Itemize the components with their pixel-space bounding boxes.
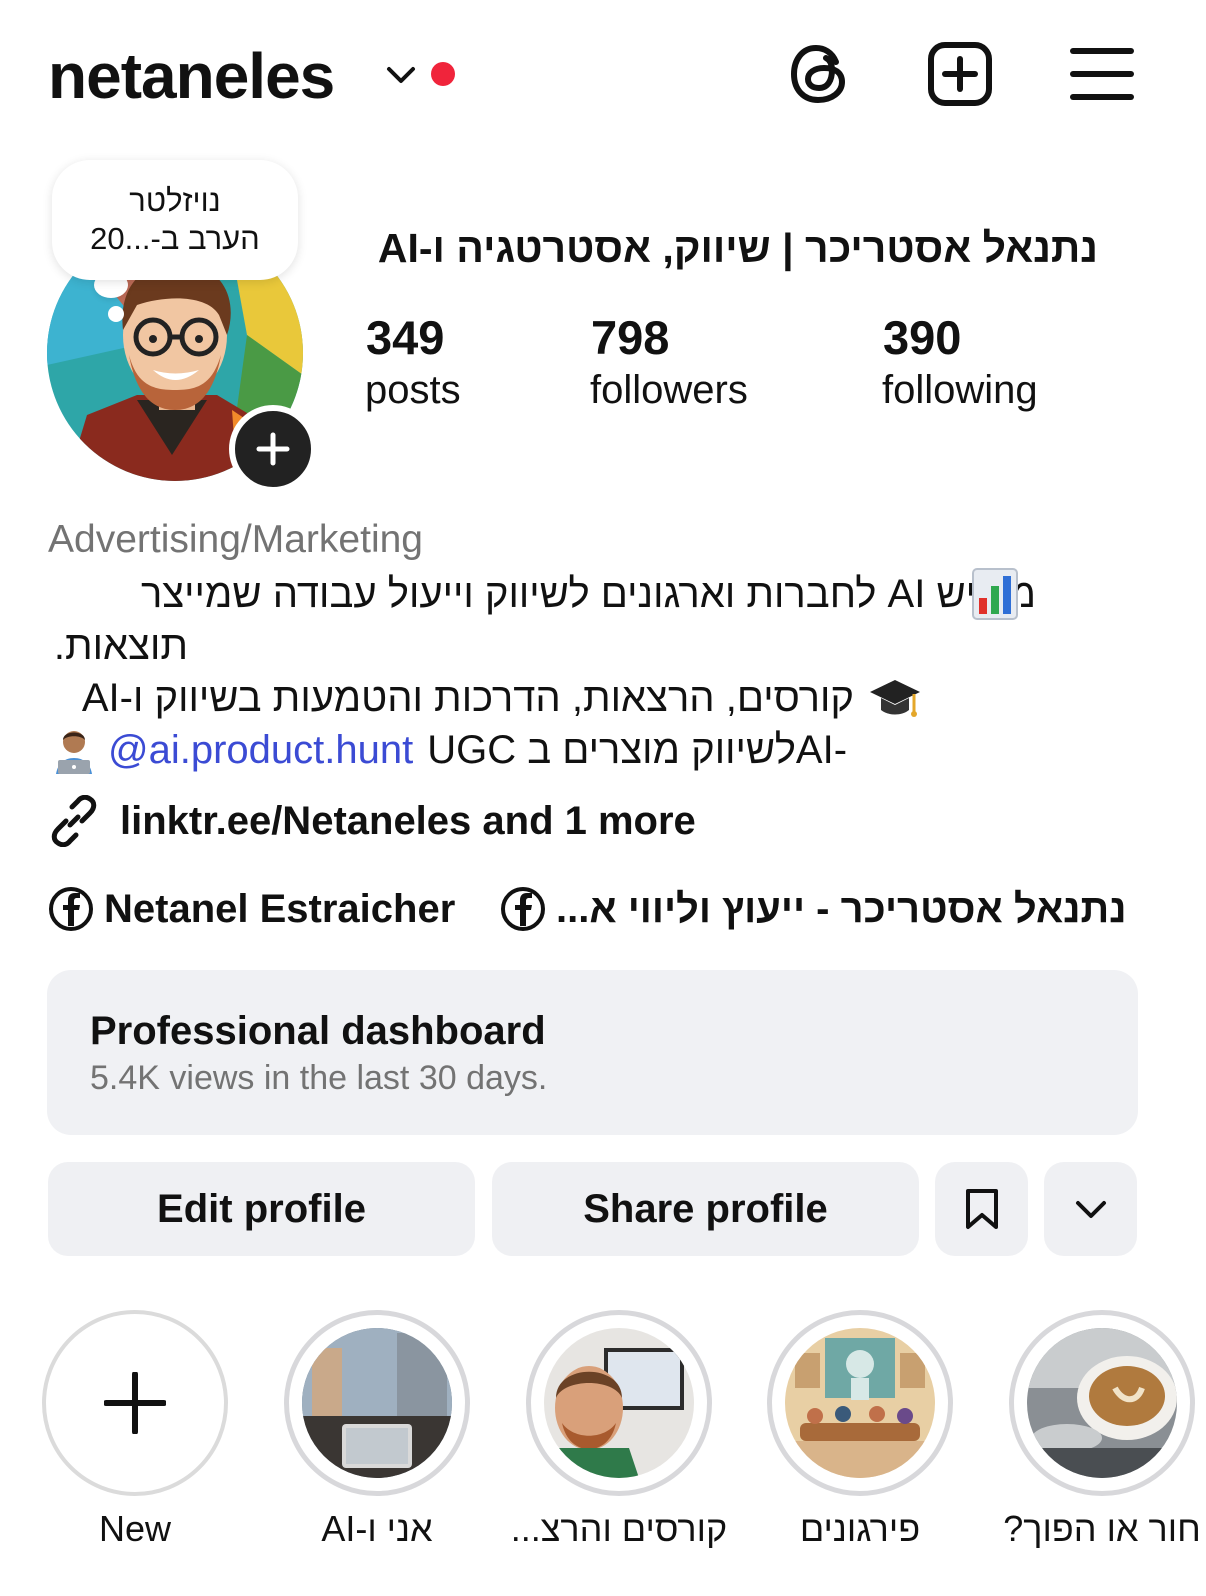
technologist-emoji-icon <box>56 731 92 774</box>
note-bubble[interactable]: נויזלטר הערב ב-...20 <box>52 160 298 280</box>
note-bubble-tail <box>108 306 124 322</box>
highlight-item[interactable] <box>767 1310 953 1496</box>
following-count[interactable]: 390 <box>883 310 961 366</box>
bio-line-4-text: לשיווק מוצרים ב UGC <box>427 727 796 772</box>
highlight-cover <box>302 1328 452 1478</box>
highlight-item[interactable] <box>526 1310 712 1496</box>
bio-line-4: @ai.product.hunt לשיווק מוצרים ב UGC AI- <box>48 724 847 776</box>
link-text[interactable]: linktr.ee/Netaneles and 1 more <box>120 799 696 844</box>
highlight-cover <box>1027 1328 1177 1478</box>
menu-icon[interactable] <box>1068 40 1136 108</box>
highlight-label: פירגונים <box>799 1508 921 1549</box>
graduation-cap-icon <box>870 680 920 717</box>
highlight-item[interactable] <box>1009 1310 1195 1496</box>
bio-line: מנגיש AI לחברות וארגונים לשיווק וייעול ע… <box>140 572 1036 616</box>
highlight-label: New <box>98 1508 172 1549</box>
external-link[interactable]: linktr.ee/Netaneles and 1 more <box>48 794 696 848</box>
plus-icon <box>256 432 290 466</box>
highlight-cover <box>785 1328 935 1478</box>
facebook-icon <box>49 887 93 931</box>
facebook-link-label: Netanel Estraicher <box>104 886 456 931</box>
saved-button[interactable] <box>935 1162 1028 1256</box>
edit-profile-button[interactable]: Edit profile <box>48 1162 475 1256</box>
facebook-icon <box>501 887 545 931</box>
add-story-button[interactable] <box>229 405 317 493</box>
note-line: הערב ב-...20 <box>90 221 260 256</box>
plus-icon <box>104 1372 166 1434</box>
highlight-item[interactable] <box>284 1310 470 1496</box>
bio-line: קורסים, הרצאות, הדרכות והטמעות בשיווק ו-… <box>81 676 854 720</box>
posts-label[interactable]: posts <box>365 366 461 414</box>
highlight-label: חור או הפוך? <box>1003 1508 1201 1549</box>
new-post-icon[interactable] <box>926 40 994 108</box>
bar-chart-emoji-icon <box>972 568 1018 620</box>
highlight-cover <box>544 1328 694 1478</box>
posts-count[interactable]: 349 <box>366 310 444 366</box>
note-line: נויזלטר <box>129 183 221 218</box>
new-highlight-button[interactable] <box>42 1310 228 1496</box>
profile-category: Advertising/Marketing <box>48 518 423 561</box>
following-label[interactable]: following <box>882 366 1038 414</box>
chevron-down-icon[interactable] <box>385 62 417 88</box>
share-profile-button[interactable]: Share profile <box>492 1162 919 1256</box>
bio-line: תוצאות. <box>53 624 188 668</box>
profile-username[interactable]: netaneles <box>48 38 335 114</box>
followers-count[interactable]: 798 <box>591 310 669 366</box>
display-name: נתנאל אסטריכר | שיווק, אסטרטגיה ו-AI <box>377 225 1098 271</box>
bookmark-icon <box>965 1189 998 1229</box>
notification-dot <box>431 62 455 86</box>
highlight-label: אני ו-AI <box>321 1508 433 1549</box>
mention-link[interactable]: @ai.product.hunt <box>108 728 413 773</box>
facebook-link[interactable]: Netanel Estraicher <box>48 882 455 936</box>
dashboard-subtitle: 5.4K views in the last 30 days. <box>90 1059 548 1097</box>
chevron-down-icon <box>1075 1201 1106 1218</box>
bio-line-4-prefix: AI- <box>795 727 848 772</box>
highlight-label: קורסים והרצ... <box>510 1508 728 1549</box>
suggestions-button[interactable] <box>1044 1162 1137 1256</box>
facebook-link-label: נתנאל אסטריכר - ייעוץ וליווי א... <box>556 886 1127 931</box>
link-icon <box>51 795 97 847</box>
threads-icon[interactable] <box>786 40 854 108</box>
dashboard-title: Professional dashboard <box>90 1009 546 1053</box>
followers-label[interactable]: followers <box>590 366 748 414</box>
facebook-link[interactable]: נתנאל אסטריכר - ייעוץ וליווי א... <box>500 882 1127 936</box>
